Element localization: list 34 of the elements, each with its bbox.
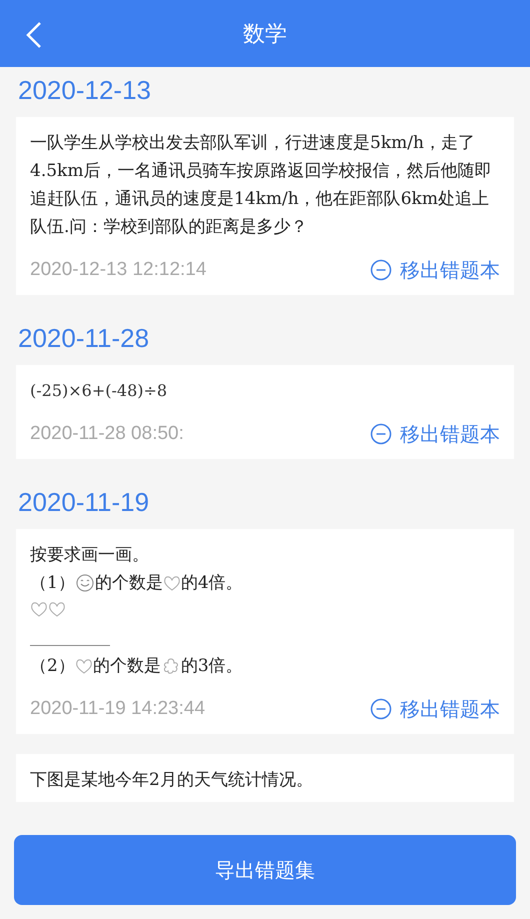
- heart-icon: [74, 657, 93, 675]
- page-title: 数学: [243, 20, 287, 48]
- heart-icon: [48, 600, 66, 618]
- minus-circle-icon: [370, 423, 392, 445]
- date-heading: 2020-11-19: [17, 486, 150, 519]
- timestamp: 2020-11-28 08:50:: [30, 423, 184, 445]
- remove-button[interactable]: 移出错题本: [370, 696, 500, 722]
- question-card[interactable]: 一队学生从学校出发去部队军训，行进速度是5km/h，走了4.5km后，一名通讯员骑车按原路返回学校报信，然后他随即追赶队伍，通讯员的速度是14km/h，他在距部队6km处追上队伍.问：学校到部队的距离是多少？ 2020-12-13 12:12:14 移出错题本: [16, 117, 514, 295]
- question-card[interactable]: 下图是某地今年2月的天气统计情况。: [16, 754, 514, 802]
- question-text: （1）: [30, 572, 75, 595]
- question-card[interactable]: 按要求画一画。 （1） 的个数是 的4倍。 （2） 的个数是 的3倍。 2020-11-19 14:23:44 移出错题本: [16, 529, 514, 734]
- question-text: 的个数是: [94, 572, 163, 595]
- remove-button[interactable]: 移出错题本: [370, 256, 500, 284]
- question-text: 一队学生从学校出发去部队军训，行进速度是5km/h，走了4.5km后，一名通讯员骑车按原路返回学校报信，然后他随即追赶队伍，通讯员的速度是14km/h，他在距部队6km处追上队伍.问：学校到部队的距离是多少？: [30, 132, 492, 239]
- question-text: 的3倍。: [180, 655, 243, 678]
- timestamp: 2020-11-19 14:23:44: [30, 698, 206, 720]
- heart-icon: [162, 574, 181, 592]
- heart-icon: [30, 600, 48, 618]
- date-heading: 2020-11-28: [17, 322, 150, 355]
- back-icon: [24, 20, 44, 50]
- question-text: 的4倍。: [180, 572, 243, 595]
- question-text: 按要求画一画。: [30, 544, 149, 567]
- question-card[interactable]: (-25)×6+(-48)÷8 2020-11-28 08:50: 移出错题本: [16, 365, 514, 459]
- date-heading: 2020-12-13: [17, 74, 152, 107]
- minus-circle-icon: [370, 698, 392, 720]
- timestamp: 2020-12-13 12:12:14: [30, 259, 206, 281]
- smiley-icon: [74, 573, 95, 593]
- export-button[interactable]: 导出错题集: [14, 835, 516, 905]
- question-text: （2）: [30, 655, 75, 678]
- minus-circle-icon: [370, 259, 392, 281]
- math-expression: (-25)×6+(-48)÷8: [30, 380, 168, 402]
- question-text: 的个数是: [92, 655, 161, 678]
- remove-button[interactable]: 移出错题本: [370, 420, 500, 448]
- question-text: 下图是某地今年2月的天气统计情况。: [30, 769, 313, 792]
